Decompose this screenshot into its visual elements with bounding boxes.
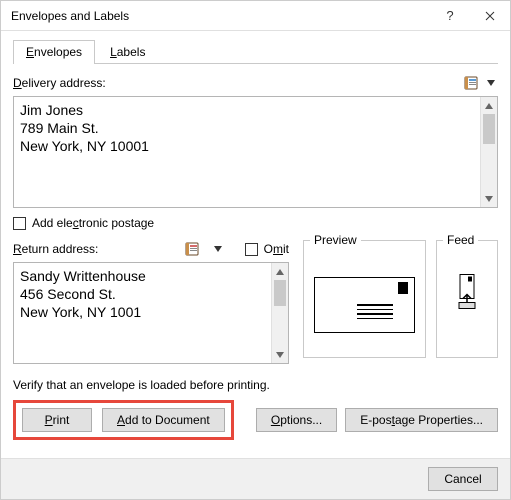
delivery-address-label: Delivery address: [13,76,462,90]
tab-labels[interactable]: Labels [97,40,158,64]
address-book-dropdown[interactable] [484,80,498,86]
feed-orientation-icon [457,273,477,316]
action-row: Print Add to Document Options... E-posta… [13,400,498,440]
print-button[interactable]: Print [22,408,92,432]
feed-legend: Feed [443,233,478,247]
close-button[interactable] [470,1,510,31]
scroll-down-icon[interactable] [481,190,497,207]
electronic-postage-label: Add electronic postage [32,216,154,230]
highlight-box: Print Add to Document [13,400,234,440]
window-title: Envelopes and Labels [11,9,430,23]
address-book-icon[interactable] [462,74,482,92]
options-button[interactable]: Options... [256,408,337,432]
electronic-postage-checkbox[interactable]: Add electronic postage [13,216,498,230]
close-icon [485,11,495,21]
tab-envelopes[interactable]: E Envelopes [13,40,95,64]
cancel-button[interactable]: Cancel [428,467,498,491]
scrollbar[interactable] [480,97,497,207]
preview-group[interactable]: Preview [303,240,426,358]
return-address-label: Return address: [13,242,98,256]
scroll-up-icon[interactable] [481,97,497,114]
titlebar: Envelopes and Labels ? [1,1,510,31]
scroll-down-icon[interactable] [272,346,288,363]
omit-label: Omit [264,242,289,256]
checkbox-icon [13,217,26,230]
return-address-book-icon[interactable] [183,240,203,258]
feed-group[interactable]: Feed [436,240,498,358]
scrollbar[interactable] [271,263,288,363]
verify-text: Verify that an envelope is loaded before… [13,378,498,392]
omit-checkbox[interactable] [245,243,258,256]
epostage-properties-button[interactable]: E-postage Properties... [345,408,498,432]
scroll-up-icon[interactable] [272,263,288,280]
return-header: Return address: Omit [13,240,289,258]
tab-strip: E Envelopes Labels [13,39,498,64]
dialog-window: Envelopes and Labels ? E Envelopes Label… [0,0,511,500]
delivery-header: Delivery address: [13,74,498,92]
return-address-input[interactable]: Sandy Writtenhouse 456 Second St. New Yo… [13,262,289,364]
help-button[interactable]: ? [430,1,470,31]
return-address-book-dropdown[interactable] [211,246,225,252]
preview-legend: Preview [310,233,361,247]
dialog-content: E Envelopes Labels Delivery address: Jim… [1,31,510,452]
add-to-document-button[interactable]: Add to Document [102,408,225,432]
return-column: Return address: Omit Sandy Writtenh [13,240,289,364]
dialog-footer: Cancel [1,458,510,499]
mid-row: Return address: Omit Sandy Writtenh [13,240,498,364]
envelope-preview-icon [314,277,415,333]
delivery-address-input[interactable]: Jim Jones 789 Main St. New York, NY 1000… [13,96,498,208]
preview-feed-column: Preview Feed [303,240,498,358]
